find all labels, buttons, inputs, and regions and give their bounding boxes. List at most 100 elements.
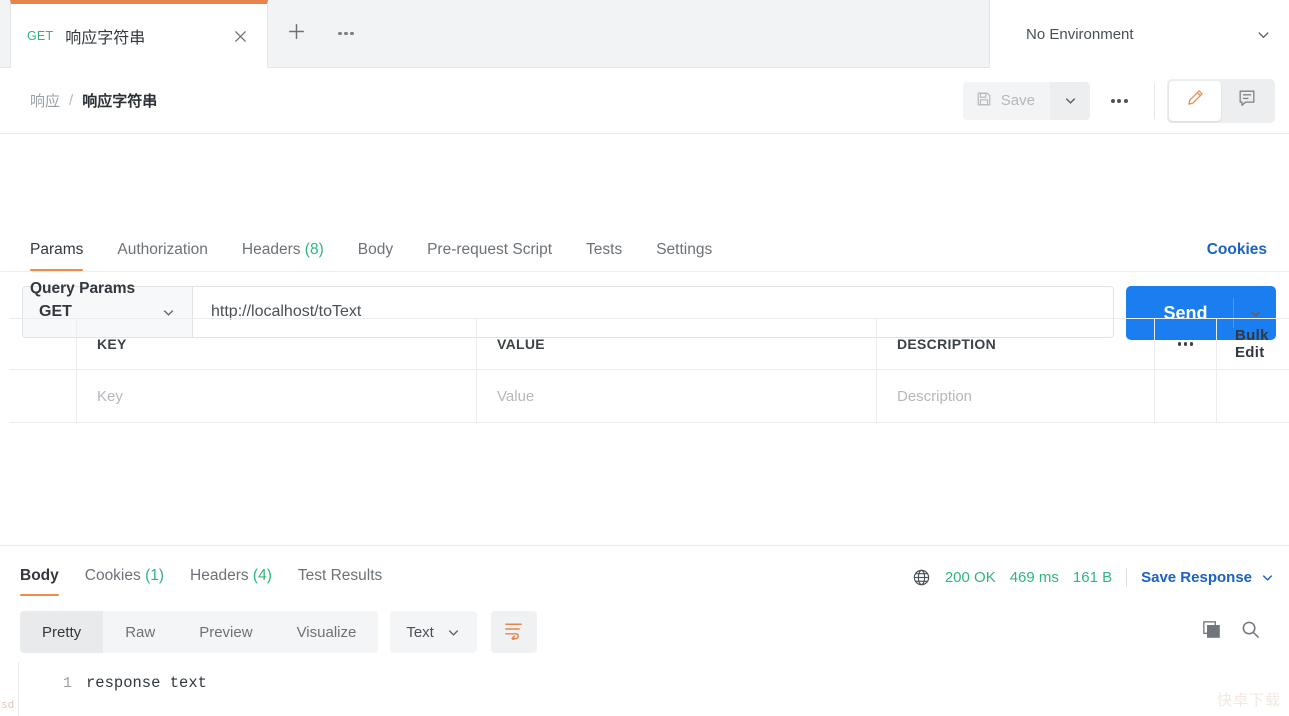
watermark-bottom-right: 快卓下载 [1217, 689, 1281, 710]
word-wrap-icon [503, 619, 524, 645]
viewer-mode-raw[interactable]: Raw [103, 611, 177, 653]
tab-pre-request-script[interactable]: Pre-request Script [427, 241, 552, 271]
tab-body[interactable]: Body [358, 241, 393, 271]
response-format-selector[interactable]: Text [390, 611, 477, 653]
globe-icon[interactable] [912, 568, 931, 587]
tab-method-label: GET [27, 29, 53, 43]
breadcrumb-separator: / [69, 92, 73, 109]
breadcrumb-current: 响应字符串 [82, 90, 157, 111]
divider [1154, 83, 1155, 119]
viewer-mode-pretty[interactable]: Pretty [20, 611, 103, 653]
viewer-actions [1201, 619, 1275, 645]
response-tab-body[interactable]: Body [20, 567, 59, 596]
bulk-edit-label: Bulk Edit [1235, 327, 1289, 361]
comments-button[interactable] [1221, 81, 1273, 121]
chevron-down-icon [1260, 570, 1275, 585]
select-all-cell[interactable] [9, 319, 77, 369]
response-tab-test-results-label: Test Results [298, 567, 382, 584]
breadcrumb: 响应 / 响应字符串 [30, 90, 157, 111]
table-header-row: KEY VALUE DESCRIPTION Bulk Edit [9, 318, 1289, 370]
table-row: Key Value Description [9, 370, 1289, 423]
copy-icon[interactable] [1201, 619, 1222, 645]
value-input[interactable]: Value [477, 370, 877, 422]
word-wrap-button[interactable] [491, 611, 537, 653]
cookies-link[interactable]: Cookies [1207, 241, 1267, 271]
viewer-mode-visualize[interactable]: Visualize [275, 611, 379, 653]
chevron-down-icon [1063, 93, 1078, 108]
response-tab-headers-label: Headers [190, 567, 249, 584]
ellipsis-icon [1111, 99, 1128, 103]
url-row: GET http://localhost/toText Send [0, 134, 1289, 220]
response-tab-headers[interactable]: Headers (4) [190, 567, 272, 596]
edit-request-button[interactable] [1169, 81, 1221, 121]
save-label: Save [1001, 92, 1035, 109]
key-input[interactable]: Key [77, 370, 477, 422]
environment-label: No Environment [1026, 26, 1256, 43]
new-tab-button[interactable] [268, 0, 324, 67]
tab-options-button[interactable] [324, 0, 368, 67]
response-body-viewer[interactable]: 1 response text [0, 662, 1289, 716]
save-options-button[interactable] [1050, 82, 1090, 120]
breadcrumb-bar: 响应 / 响应字符串 Save [0, 68, 1289, 134]
ellipsis-icon [338, 32, 354, 36]
viewer-mode-preview[interactable]: Preview [177, 611, 274, 653]
row-checkbox-cell[interactable] [9, 370, 77, 422]
response-tab-cookies-count: (1) [145, 567, 164, 584]
response-tab-body-label: Body [20, 567, 59, 584]
line-text: response text [86, 674, 207, 692]
divider [1126, 568, 1127, 587]
tab-pre-request-script-label: Pre-request Script [427, 241, 552, 258]
column-header-value: VALUE [477, 319, 877, 369]
save-response-button[interactable]: Save Response [1141, 569, 1275, 586]
chevron-down-icon [446, 625, 461, 640]
tab-params[interactable]: Params [30, 241, 83, 271]
request-tabs: Params Authorization Headers (8) Body Pr… [0, 220, 1289, 272]
viewer-mode-group: Pretty Raw Preview Visualize [20, 611, 378, 653]
response-format-label: Text [406, 624, 434, 641]
tab-strip: GET 响应字符串 No Environment [0, 0, 1289, 68]
bulk-edit-button[interactable]: Bulk Edit [1217, 319, 1289, 369]
postman-window: GET 响应字符串 No Environment [0, 0, 1289, 716]
tab-authorization[interactable]: Authorization [117, 241, 207, 271]
tab-settings-label: Settings [656, 241, 712, 258]
watermark-bottom-left: sd [1, 700, 14, 712]
tab-headers[interactable]: Headers (8) [242, 241, 324, 271]
floppy-disk-icon [976, 91, 992, 111]
tab-headers-count: (8) [305, 241, 324, 258]
save-button-group: Save [963, 82, 1090, 120]
response-status-bar: 200 OK 469 ms 161 B Save Response [912, 568, 1275, 596]
close-icon[interactable] [227, 23, 253, 49]
response-size: 161 B [1073, 569, 1112, 586]
row-trailing-cell [1217, 370, 1289, 422]
table-options-button[interactable] [1155, 319, 1217, 369]
response-divider [0, 545, 1289, 546]
line-number: 1 [0, 675, 86, 692]
response-tab-test-results[interactable]: Test Results [298, 567, 382, 596]
query-params-title: Query Params [30, 280, 135, 298]
tab-title-label: 响应字符串 [65, 24, 227, 48]
response-tabs: Body Cookies (1) Headers (4) Test Result… [0, 548, 1289, 596]
environment-selector[interactable]: No Environment [989, 0, 1289, 68]
breadcrumb-parent[interactable]: 响应 [30, 90, 60, 111]
request-more-options-button[interactable] [1096, 82, 1142, 120]
response-tab-cookies-label: Cookies [85, 567, 141, 584]
request-tab-active[interactable]: GET 响应字符串 [10, 0, 268, 68]
tabstrip-spacer [368, 0, 989, 67]
response-time: 469 ms [1010, 569, 1059, 586]
column-header-description: DESCRIPTION [877, 319, 1155, 369]
tab-settings[interactable]: Settings [656, 241, 712, 271]
response-tab-headers-count: (4) [253, 567, 272, 584]
plus-icon [286, 21, 307, 47]
save-response-label: Save Response [1141, 569, 1252, 586]
row-options-cell[interactable] [1155, 370, 1217, 422]
description-input[interactable]: Description [877, 370, 1155, 422]
chevron-down-icon [1256, 27, 1271, 42]
tab-headers-label: Headers [242, 241, 301, 258]
response-tab-cookies[interactable]: Cookies (1) [85, 567, 164, 596]
tab-tests[interactable]: Tests [586, 241, 622, 271]
save-button[interactable]: Save [963, 82, 1050, 120]
search-icon[interactable] [1240, 619, 1261, 645]
ellipsis-icon [1178, 342, 1194, 346]
query-params-table: KEY VALUE DESCRIPTION Bulk Edit Key Valu… [9, 318, 1289, 423]
status-code: 200 OK [945, 569, 996, 586]
